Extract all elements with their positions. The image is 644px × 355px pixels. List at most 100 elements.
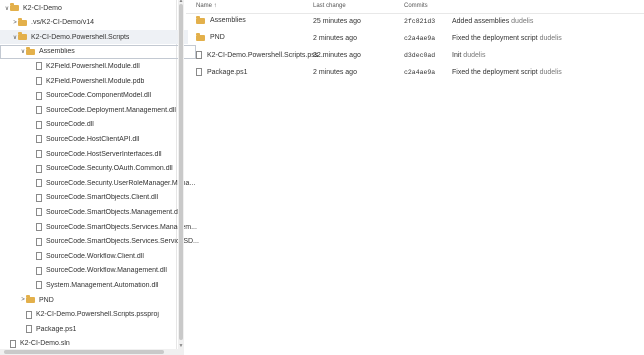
commit-message-cell: Fixed the deployment script dudelis: [452, 35, 562, 42]
tree-item[interactable]: SourceCode.HostServerInterfaces.dll: [0, 147, 206, 161]
tree-item-label: SourceCode.SmartObjects.Services.Service…: [46, 238, 199, 246]
commit-author: dudelis: [463, 52, 486, 59]
vertical-scroll-thumb[interactable]: [179, 4, 183, 340]
tree-item[interactable]: SourceCode.Workflow.Client.dll: [0, 249, 206, 263]
tree-item[interactable]: > PND: [0, 293, 196, 307]
file-icon: [36, 208, 42, 217]
scroll-down-arrow-icon[interactable]: ▼: [178, 344, 184, 349]
name-cell[interactable]: Package.ps1: [196, 68, 247, 76]
tree-item[interactable]: SourceCode.dll: [0, 118, 206, 132]
tree-item-label: K2Field.Powershell.Module.pdb: [46, 77, 145, 85]
tree-item[interactable]: SourceCode.SmartObjects.Services.Managem…: [0, 220, 206, 234]
commit-author: dudelis: [539, 69, 562, 76]
last-change-cell: 2 minutes ago: [313, 69, 357, 76]
commit-message-cell: Init dudelis: [452, 52, 485, 59]
file-icon: [26, 310, 32, 319]
commit-author: dudelis: [511, 18, 534, 25]
table-row[interactable]: PND 2 minutes ago c2a4ae9a Fixed the dep…: [186, 30, 644, 47]
tree-item-label: SourceCode.HostServerInterfaces.dll: [46, 150, 162, 158]
folder-icon: [26, 295, 35, 303]
column-header-last-change[interactable]: Last change: [313, 3, 346, 9]
file-icon: [36, 193, 42, 202]
name-cell[interactable]: K2-CI-Demo.Powershell.Scripts.pss...: [196, 51, 324, 59]
file-icon: [196, 51, 202, 59]
tree-item-label: K2-CI-Demo.Powershell.Scripts.pssproj: [36, 311, 159, 319]
tree-item[interactable]: ∨ Assemblies: [0, 45, 196, 59]
horizontal-scroll-thumb[interactable]: [4, 350, 164, 354]
tree-item[interactable]: SourceCode.SmartObjects.Services.Service…: [0, 235, 206, 249]
file-icon: [36, 266, 42, 275]
tree-item-label: SourceCode.Workflow.Management.dll: [46, 267, 167, 275]
commit-link[interactable]: d3dec0ad: [404, 52, 435, 59]
tree-item-label: SourceCode.Workflow.Client.dll: [46, 252, 144, 260]
tree-item-label: System.Management.Automation.dll: [46, 281, 159, 289]
row-name: Package.ps1: [207, 68, 248, 76]
tree-item-label: SourceCode.Security.OAuth.Common.dll: [46, 165, 173, 173]
file-icon: [36, 120, 42, 129]
tree-item-label: SourceCode.SmartObjects.Services.Managem…: [46, 223, 197, 231]
name-cell[interactable]: PND: [196, 32, 225, 41]
file-icon: [36, 91, 42, 100]
commit-message-cell: Fixed the deployment script dudelis: [452, 69, 562, 76]
tree-item[interactable]: K2Field.Powershell.Module.dll: [0, 59, 206, 73]
vertical-scrollbar[interactable]: ▲ ▼: [178, 0, 184, 355]
tree-item[interactable]: SourceCode.ComponentModel.dll: [0, 89, 206, 103]
tree-item-label: Package.ps1: [36, 325, 77, 333]
file-icon: [10, 339, 16, 348]
tree-item-label: K2-CI-Demo.Powershell.Scripts: [31, 33, 130, 41]
file-icon: [36, 77, 42, 85]
row-name: PND: [210, 34, 225, 41]
commit-link[interactable]: 2fc821d3: [404, 18, 435, 25]
folder-icon: [18, 17, 27, 26]
tree-item[interactable]: SourceCode.Security.UserRoleManager.Mana…: [0, 176, 206, 190]
file-icon: [36, 281, 42, 290]
folder-icon: [18, 32, 27, 41]
row-name: K2-CI-Demo.Powershell.Scripts.pss...: [207, 51, 325, 59]
column-header-name[interactable]: Name ↑: [196, 3, 217, 9]
folder-icon: [26, 46, 35, 55]
tree-item-label: PND: [39, 296, 54, 304]
tree-item[interactable]: SourceCode.SmartObjects.Client.dll: [0, 191, 206, 205]
column-header-commits[interactable]: Commits: [404, 3, 428, 9]
tree-item-label: SourceCode.Deployment.Management.dll: [46, 106, 176, 114]
tree-item[interactable]: SourceCode.Security.OAuth.Common.dll: [0, 162, 206, 176]
file-icon: [36, 62, 42, 71]
tree-item[interactable]: SourceCode.SmartObjects.Management.dll: [0, 205, 206, 219]
tree-item[interactable]: SourceCode.HostClientAPI.dll: [0, 132, 206, 146]
commit-link[interactable]: c2a4ae9a: [404, 69, 435, 76]
file-icon: [36, 179, 42, 188]
file-list: Name ↑ Last change Commits Assemblies 25…: [186, 0, 644, 355]
commit-link[interactable]: c2a4ae9a: [404, 35, 435, 42]
tree-item-label: SourceCode.Security.UserRoleManager.Mana…: [46, 179, 196, 187]
horizontal-scrollbar[interactable]: [0, 349, 178, 355]
tree-item[interactable]: ∨ K2-CI-Demo.Powershell.Scripts: [0, 30, 188, 45]
last-change-cell: 25 minutes ago: [313, 18, 361, 25]
file-tree: ∨ K2-CI-Demo > .vs/K2-CI-Demo/v14 ∨ K2-CI-Dem…: [0, 0, 199, 355]
tree-item[interactable]: System.Management.Automation.dll: [0, 278, 206, 292]
tree-item-label: SourceCode.ComponentModel.dll: [46, 92, 152, 100]
tree-item[interactable]: Package.ps1: [0, 322, 196, 336]
table-row[interactable]: K2-CI-Demo.Powershell.Scripts.pss... 32 …: [186, 47, 644, 64]
table-row[interactable]: Package.ps1 2 minutes ago c2a4ae9a Fixed…: [186, 64, 644, 81]
tree-item-label: K2-CI-Demo: [23, 4, 62, 12]
commit-message: Fixed the deployment script: [452, 35, 538, 42]
tree-item[interactable]: ∨ K2-CI-Demo: [0, 1, 180, 15]
tree-item[interactable]: SourceCode.Workflow.Management.dll: [0, 264, 206, 278]
tree-item[interactable]: K2Field.Powershell.Module.pdb: [0, 74, 206, 88]
commit-author: dudelis: [539, 35, 562, 42]
row-name: Assemblies: [210, 17, 246, 24]
name-cell[interactable]: Assemblies: [196, 15, 246, 24]
tree-item[interactable]: SourceCode.Deployment.Management.dll: [0, 103, 206, 117]
table-row[interactable]: Assemblies 25 minutes ago 2fc821d3 Added…: [186, 13, 644, 30]
tree-item[interactable]: > .vs/K2-CI-Demo/v14: [0, 16, 188, 30]
commit-message: Fixed the deployment script: [452, 69, 538, 76]
tree-item[interactable]: K2-CI-Demo.Powershell.Scripts.pssproj: [0, 308, 196, 322]
file-icon: [36, 150, 42, 158]
tree-item-label: K2Field.Powershell.Module.dll: [46, 62, 140, 70]
tree-item-label: Assemblies: [39, 48, 75, 56]
last-change-cell: 32 minutes ago: [313, 52, 361, 59]
file-icon: [26, 325, 32, 334]
file-icon: [36, 237, 42, 246]
folder-icon: [10, 3, 19, 11]
tree-item-label: SourceCode.SmartObjects.Client.dll: [46, 194, 159, 202]
